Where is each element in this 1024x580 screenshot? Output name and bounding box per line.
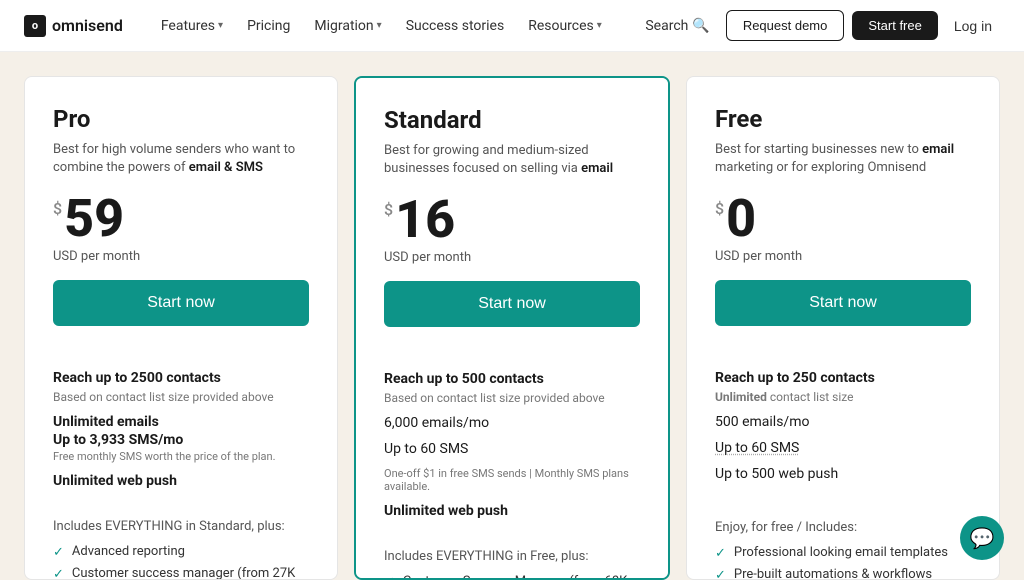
nav-actions: Search 🔍 Request demo Start free Log in: [637, 10, 1000, 41]
contacts-sub-standard: Based on contact list size provided abov…: [384, 391, 640, 405]
feature2-pro: Up to 3,933 SMS/mo: [53, 432, 309, 448]
check-item-free-0: ✓ Professional looking email templates: [715, 545, 971, 561]
feature2-standard: Up to 60 SMS: [384, 441, 640, 457]
navbar: o omnisend Features ▾ Pricing Migration …: [0, 0, 1024, 52]
feature2-sub-standard: One-off $1 in free SMS sends | Monthly S…: [384, 467, 640, 493]
price-amount-free: 0: [726, 193, 756, 245]
price-amount-standard: 16: [395, 194, 455, 246]
gap-2: [670, 76, 686, 580]
contacts-heading-free: Reach up to 250 contacts: [715, 370, 971, 386]
check-icon: ✓: [53, 567, 64, 580]
feature1-pro: Unlimited emails: [53, 414, 309, 430]
start-free-button[interactable]: Start free: [852, 11, 937, 40]
feature3-standard: Unlimited web push: [384, 503, 640, 519]
check-icon: ✓: [53, 545, 64, 560]
check-item-free-1: ✓ Pre-built automations & workflows: [715, 567, 971, 580]
check-item-standard-0: ✓ Customer Success Manager (from 60K con…: [384, 574, 640, 580]
search-button[interactable]: Search 🔍: [637, 18, 717, 34]
request-demo-button[interactable]: Request demo: [726, 10, 845, 41]
logo-icon: o: [24, 15, 46, 37]
gap-1: [338, 76, 354, 580]
plan-card-free: Free Best for starting businesses new to…: [686, 76, 1000, 580]
plan-desc-pro: Best for high volume senders who want to…: [53, 141, 309, 177]
plan-name-free: Free: [715, 105, 971, 133]
chevron-down-icon: ▾: [597, 20, 602, 31]
start-now-button-pro[interactable]: Start now: [53, 280, 309, 326]
price-period-pro: USD per month: [53, 249, 309, 264]
nav-item-success-stories[interactable]: Success stories: [396, 12, 515, 40]
chevron-down-icon: ▾: [218, 20, 223, 31]
plan-card-pro: Pro Best for high volume senders who wan…: [24, 76, 338, 580]
nav-item-migration[interactable]: Migration ▾: [304, 12, 391, 40]
login-button[interactable]: Log in: [946, 18, 1000, 34]
feature1-free: 500 emails/mo: [715, 414, 971, 430]
plan-card-standard: Standard Best for growing and medium-siz…: [354, 76, 670, 580]
feature3-pro: Unlimited web push: [53, 473, 309, 489]
plan-desc-standard: Best for growing and medium-sized busine…: [384, 142, 640, 178]
contacts-sub-pro: Based on contact list size provided abov…: [53, 390, 309, 404]
plan-name-standard: Standard: [384, 106, 640, 134]
price-period-standard: USD per month: [384, 250, 640, 265]
feature2-free: Up to 60 SMS: [715, 440, 971, 456]
check-icon: ✓: [715, 568, 726, 580]
feature3-free: Up to 500 web push: [715, 466, 971, 482]
nav-item-features[interactable]: Features ▾: [151, 12, 233, 40]
price-dollar-pro: $: [53, 199, 62, 218]
logo-text: omnisend: [52, 16, 123, 35]
logo[interactable]: o omnisend: [24, 15, 123, 37]
contacts-sub-free: Unlimited contact list size: [715, 390, 971, 404]
includes-standard: Includes EVERYTHING in Free, plus:: [384, 549, 640, 564]
price-row-pro: $ 59: [53, 193, 309, 245]
check-icon: ✓: [715, 546, 726, 561]
price-row-free: $ 0: [715, 193, 971, 245]
pricing-section: Pro Best for high volume senders who wan…: [0, 52, 1024, 580]
check-icon: ✓: [384, 575, 395, 580]
feature1-standard: 6,000 emails/mo: [384, 415, 640, 431]
includes-pro: Includes EVERYTHING in Standard, plus:: [53, 519, 309, 534]
price-period-free: USD per month: [715, 249, 971, 264]
start-now-button-free[interactable]: Start now: [715, 280, 971, 326]
plan-desc-free: Best for starting businesses new to emai…: [715, 141, 971, 177]
check-item-pro-1: ✓ Customer success manager (from 27K: [53, 566, 309, 580]
search-icon: 🔍: [692, 18, 709, 34]
nav-item-pricing[interactable]: Pricing: [237, 12, 300, 40]
contacts-sub-text: contact list size: [770, 390, 854, 404]
chat-icon: 💬: [970, 526, 995, 550]
nav-item-resources[interactable]: Resources ▾: [518, 12, 612, 40]
price-amount-pro: 59: [64, 193, 124, 245]
contacts-heading-standard: Reach up to 500 contacts: [384, 371, 640, 387]
includes-free: Enjoy, for free / Includes:: [715, 520, 971, 535]
start-now-button-standard[interactable]: Start now: [384, 281, 640, 327]
price-row-standard: $ 16: [384, 194, 640, 246]
contacts-heading-pro: Reach up to 2500 contacts: [53, 370, 309, 386]
nav-items: Features ▾ Pricing Migration ▾ Success s…: [151, 12, 638, 40]
price-dollar-standard: $: [384, 200, 393, 219]
chat-bubble-button[interactable]: 💬: [960, 516, 1004, 560]
feature2-sub-pro: Free monthly SMS worth the price of the …: [53, 450, 309, 463]
price-dollar-free: $: [715, 199, 724, 218]
plan-name-pro: Pro: [53, 105, 309, 133]
chevron-down-icon: ▾: [377, 20, 382, 31]
check-item-pro-0: ✓ Advanced reporting: [53, 544, 309, 560]
